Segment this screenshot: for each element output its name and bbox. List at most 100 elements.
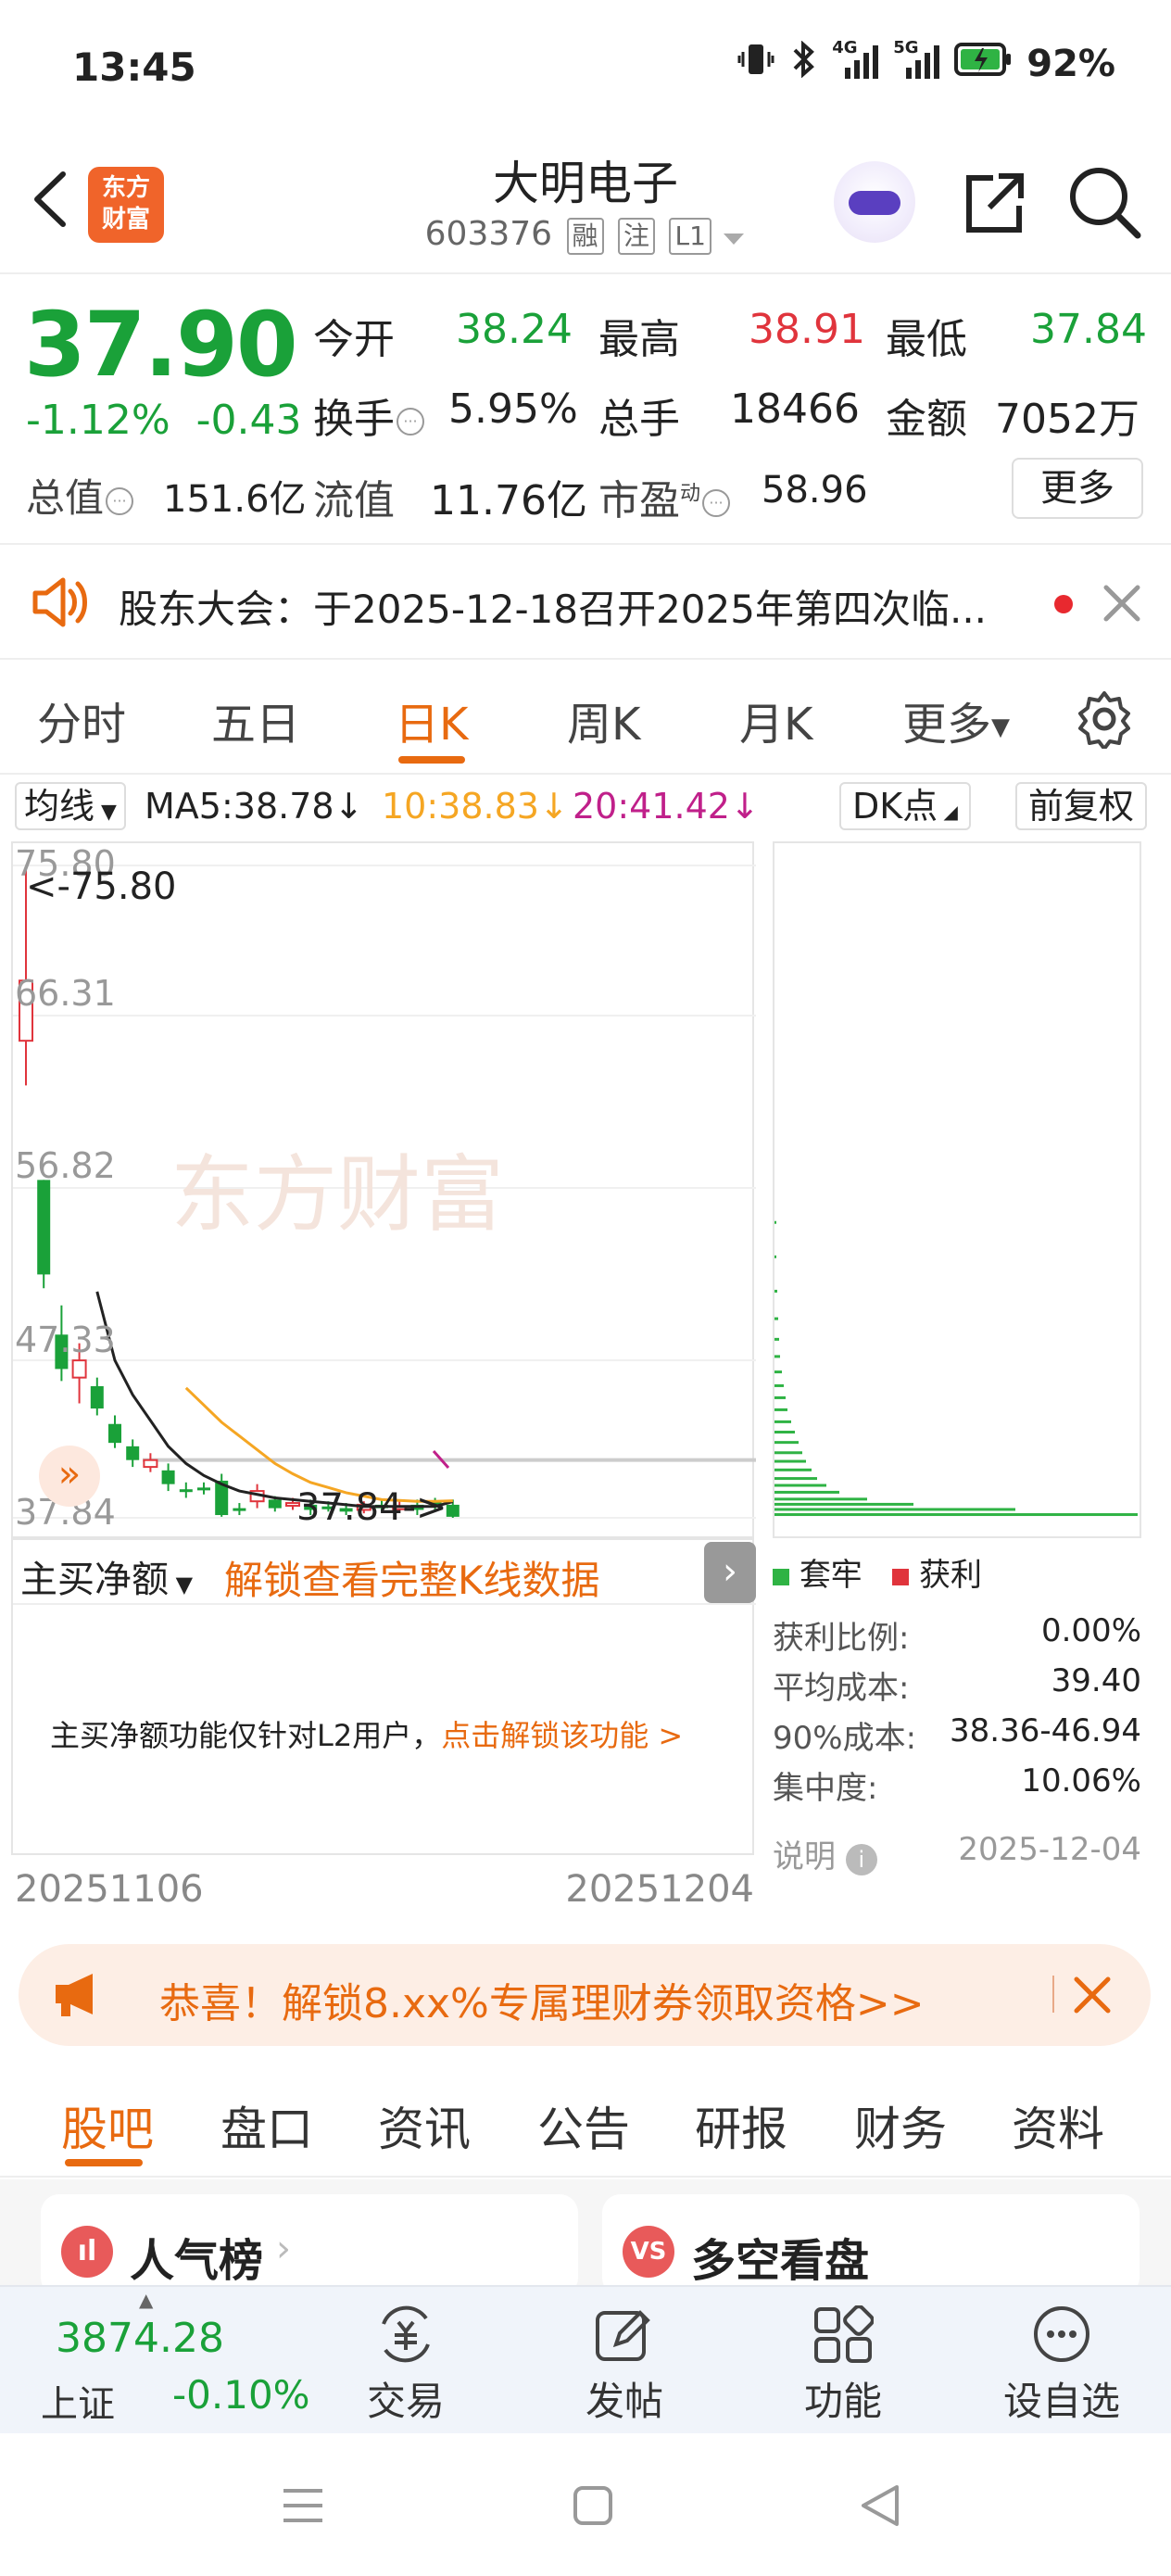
candle-body: [233, 1508, 246, 1511]
nav-features[interactable]: 功能: [778, 2296, 908, 2427]
explain-label: 说明: [773, 1838, 836, 1875]
stat-row: 获利比例: 0.00%: [773, 1612, 1141, 1657]
net-panel-message: 主买净额功能仅针对L2用户，点击解锁该功能 >: [50, 1718, 684, 1753]
end-date: 20251204: [565, 1868, 754, 1911]
chip-bar: [774, 1395, 786, 1399]
ai-assistant-icon[interactable]: [834, 161, 915, 243]
profit-swatch: [892, 1569, 910, 1585]
back-nav-icon[interactable]: [860, 2483, 900, 2532]
tab-daily-k[interactable]: 日K: [395, 688, 468, 752]
system-nav-bar: [0, 2433, 1171, 2576]
chip-bar: [774, 1459, 806, 1463]
nav-post[interactable]: 发帖: [560, 2296, 689, 2427]
chip-bar: [774, 1255, 776, 1258]
battery-level: 92%: [1026, 43, 1115, 85]
candle-body: [143, 1458, 158, 1469]
info-icon: ···: [702, 489, 731, 517]
chevron-right-icon[interactable]: ›: [704, 1542, 756, 1603]
tab-monthly-k[interactable]: 月K: [739, 688, 812, 752]
nav-add-watchlist[interactable]: 设自选: [997, 2296, 1127, 2427]
candle-body: [90, 1385, 104, 1409]
index-change: -0.10%: [172, 2372, 310, 2418]
price-axis-label: 56.82: [15, 1145, 116, 1186]
home-icon[interactable]: [573, 2485, 613, 2530]
tab-news[interactable]: 资讯: [378, 2092, 471, 2159]
expand-icon[interactable]: »: [39, 1446, 100, 1507]
chart-icon: ıl: [61, 2226, 113, 2278]
promo-banner[interactable]: 恭喜！解锁8.xx%专属理财券领取资格>>: [19, 1944, 1151, 2046]
candle-body: [179, 1489, 193, 1493]
dk-point-selector[interactable]: DK点 ◢: [839, 782, 971, 830]
chip-bar: [774, 1289, 777, 1293]
edit-icon: [596, 2310, 650, 2361]
volume-value: 18466: [730, 385, 860, 433]
index-name: 上证: [41, 2383, 115, 2426]
chip-bar: [774, 1502, 913, 1506]
unlock-feature-link[interactable]: 点击解锁该功能 >: [441, 1718, 683, 1753]
chip-bar: [774, 1355, 780, 1358]
more-quote-button[interactable]: 更多: [1012, 458, 1143, 519]
grid-icon: [814, 2305, 874, 2363]
bull-bear-label: 多空看盘: [691, 2235, 870, 2287]
info-icon: i: [845, 1844, 877, 1875]
tab-intraday[interactable]: 分时: [37, 688, 126, 752]
pe-label: 市盈动 ···: [598, 467, 731, 526]
chip-distribution-svg: [774, 1220, 1138, 1517]
net-panel-header: 主买净额 ▼ 解锁查看完整K线数据 ›: [13, 1540, 756, 1605]
popularity-card[interactable]: ıl 人气榜 ›: [41, 2194, 578, 2296]
tab-finance[interactable]: 财务: [854, 2092, 947, 2159]
bull-bear-card[interactable]: VS 多空看盘: [602, 2194, 1140, 2296]
share-icon[interactable]: [956, 167, 1030, 241]
trapped-swatch: [773, 1569, 789, 1585]
adjust-selector[interactable]: 前复权: [1015, 782, 1148, 830]
close-icon[interactable]: [1101, 582, 1143, 628]
chip-bar: [774, 1441, 799, 1445]
candle-body: [71, 1359, 87, 1379]
status-bar: 13:45 4G 5G 92%: [0, 0, 1171, 130]
change-amount: -0.43: [195, 397, 302, 444]
amount-value: 7052万: [995, 396, 1140, 443]
candle-body: [161, 1470, 175, 1484]
kline-svg: 东方财富: [13, 865, 756, 1519]
chip-bar: [774, 1420, 791, 1423]
tab-announcements[interactable]: 公告: [537, 2092, 630, 2159]
indicator-selector[interactable]: 均线 ▼: [15, 782, 126, 830]
tab-guba[interactable]: 股吧: [61, 2092, 154, 2159]
nav-trade[interactable]: 交易: [341, 2296, 471, 2427]
close-icon[interactable]: [1071, 1974, 1114, 2020]
quote-panel: 37.90 -1.12% -0.43 今开 38.24 最高 38.91 最低 …: [0, 274, 1171, 545]
turnover-label: 换手 ···: [313, 385, 424, 445]
search-icon[interactable]: [1065, 163, 1143, 241]
gear-icon[interactable]: [1075, 689, 1134, 751]
tab-pankou[interactable]: 盘口: [220, 2092, 313, 2159]
caret-up-icon: ▲: [139, 2289, 154, 2311]
promo-text: 恭喜！解锁8.xx%专属理财券领取资格>>: [159, 1980, 925, 2027]
bluetooth-icon: [789, 40, 817, 87]
bottom-nav: ▲ 3874.28 上证 -0.10% 交易 发帖 功能 设自选: [0, 2285, 1171, 2433]
stat-row: 集中度: 10.06%: [773, 1762, 1141, 1807]
info-tabs: 股吧 盘口 资讯 公告 研报 财务 资料: [0, 2065, 1171, 2178]
chip-bar: [774, 1220, 776, 1224]
divider: [1052, 1976, 1054, 2013]
tab-research[interactable]: 研报: [695, 2092, 787, 2159]
menu-icon[interactable]: [282, 2487, 324, 2528]
kline-chart[interactable]: 东方财富 75.80 66.31 56.82 47.33 37.84 <-75.…: [11, 841, 756, 1538]
tab-weekly-k[interactable]: 周K: [567, 688, 640, 752]
tab-five-day[interactable]: 五日: [211, 688, 300, 752]
distribution-date: 2025-12-04: [958, 1831, 1141, 1868]
index-value[interactable]: 3874.28: [56, 2315, 224, 2362]
pe-value: 58.96: [762, 469, 868, 511]
notice-bar[interactable]: 股东大会：于2025-12-18召开2025年第四次临...: [0, 547, 1171, 660]
change-percent: -1.12%: [26, 397, 170, 444]
caret-down-icon: ▼: [991, 713, 1011, 741]
unread-dot: [1054, 595, 1073, 613]
popularity-label: 人气榜: [130, 2235, 264, 2287]
chip-stats: 获利比例: 0.00% 平均成本: 39.40 90%成本: 38.36-46.94 …: [773, 1612, 1141, 1812]
net-indicator-selector[interactable]: 主买净额 ▼: [20, 1549, 193, 1603]
feature-cards: ıl 人气榜 › VS 多空看盘: [0, 2179, 1171, 2296]
unlock-kline-link[interactable]: 解锁查看完整K线数据: [224, 1549, 600, 1606]
tab-profile[interactable]: 资料: [1012, 2092, 1104, 2159]
explain-row[interactable]: 说明 i 2025-12-04: [773, 1831, 1141, 1876]
tab-more[interactable]: 更多▼: [902, 688, 1010, 752]
low-price-marker: 37.84->: [296, 1486, 447, 1529]
